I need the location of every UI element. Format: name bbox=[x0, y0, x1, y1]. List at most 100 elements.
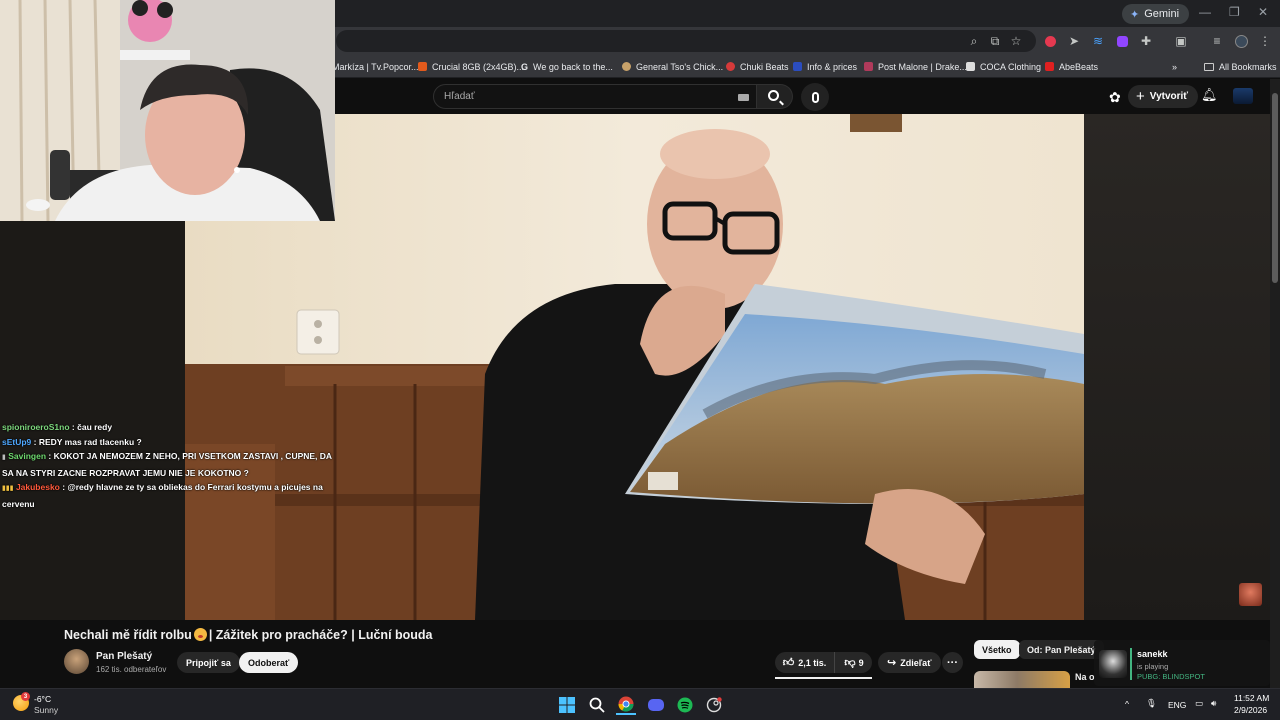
chat-text: čau redy bbox=[77, 422, 113, 432]
next-video-thumbnail[interactable] bbox=[974, 671, 1070, 688]
channel-avatar[interactable] bbox=[64, 649, 89, 674]
plus-icon: + bbox=[1136, 88, 1145, 105]
bookmark-item[interactable]: Info & prices bbox=[793, 59, 857, 74]
keyboard-icon[interactable] bbox=[738, 94, 749, 101]
address-bar[interactable] bbox=[336, 30, 1036, 52]
create-button[interactable]: + Vytvoriť bbox=[1128, 85, 1199, 108]
chat-badge-icon: ▮ bbox=[2, 454, 6, 461]
settings-gear-icon[interactable]: ✿ bbox=[1109, 89, 1121, 106]
volume-tray-icon[interactable]: 🔊︎ bbox=[1211, 698, 1216, 709]
next-video-title[interactable]: Na o bbox=[1075, 672, 1095, 682]
chip-all[interactable]: Všetko bbox=[974, 640, 1020, 659]
thumbs-up-icon: 👍︎ bbox=[782, 657, 795, 669]
taskbar-search-icon[interactable] bbox=[587, 695, 607, 715]
bookmark-favicon-icon bbox=[622, 62, 631, 71]
zoom-icon[interactable]: ⌕ bbox=[966, 33, 982, 49]
tab-search-icon[interactable]: ≡ bbox=[1209, 33, 1225, 49]
spotify-taskbar-icon[interactable] bbox=[675, 695, 695, 715]
profile-avatar-icon[interactable] bbox=[1233, 33, 1249, 49]
discord-taskbar-icon[interactable] bbox=[646, 695, 666, 715]
sidepanel-icon[interactable]: ▣ bbox=[1173, 33, 1189, 49]
bookmark-star-icon[interactable]: ☆ bbox=[1008, 33, 1024, 49]
search-input[interactable]: Hľadať bbox=[433, 84, 757, 109]
join-button[interactable]: Pripojiť sa bbox=[177, 652, 240, 673]
discord-activity-overlay: sanekk is playing PUBG: BLINDSPOT bbox=[1094, 640, 1270, 686]
chat-username: Jakubesko bbox=[15, 482, 60, 492]
gemini-button[interactable]: ✦ Gemini bbox=[1122, 4, 1190, 24]
create-label: Vytvoriť bbox=[1149, 91, 1189, 102]
tray-overflow-chevron-icon[interactable]: ^ bbox=[1125, 699, 1129, 709]
steam-taskbar-icon[interactable] bbox=[704, 695, 724, 715]
language-indicator[interactable]: ENG bbox=[1168, 700, 1186, 710]
activity-status-bar bbox=[1130, 648, 1132, 680]
bookmarks-overflow-icon[interactable]: » bbox=[1172, 59, 1177, 74]
weather-description[interactable]: Sunny bbox=[34, 705, 58, 715]
chat-text: KOKOT JA NEMOZEM Z NEHO, PRI VSETKOM ZAS… bbox=[2, 451, 332, 478]
bookmark-item[interactable]: COCA Clothing bbox=[966, 59, 1041, 74]
bookmark-item[interactable]: Chuki Beats bbox=[726, 59, 789, 74]
like-count: 2,1 tis. bbox=[798, 657, 827, 668]
subscribe-button[interactable]: Odoberať bbox=[239, 652, 299, 673]
notifications-bell-icon[interactable]: 🔔︎ bbox=[1201, 87, 1218, 103]
bookmark-item[interactable]: Post Malone | Drake... bbox=[864, 59, 967, 74]
gemini-label: Gemini bbox=[1144, 8, 1180, 20]
activity-avatar bbox=[1099, 650, 1127, 678]
share-button[interactable]: ↪ Zdieľať bbox=[878, 652, 941, 673]
channel-name[interactable]: Pan Plešatý bbox=[96, 651, 152, 662]
network-tray-icon[interactable]: ▭ bbox=[1195, 698, 1203, 709]
bookmark-label: Crucial 8GB (2x4GB)... bbox=[432, 61, 525, 72]
dislike-count: 9 bbox=[858, 657, 864, 668]
search-button[interactable] bbox=[757, 84, 793, 109]
chip-from-channel[interactable]: Od: Pan Plešatý bbox=[1019, 640, 1104, 659]
thumbs-down-icon: 👎︎ bbox=[844, 657, 856, 669]
activity-game: PUBG: BLINDSPOT bbox=[1137, 672, 1205, 681]
scrollbar-thumb[interactable] bbox=[1272, 93, 1278, 283]
all-bookmarks-folder[interactable]: All Bookmarks bbox=[1204, 59, 1277, 74]
restore-icon[interactable]: ❐ bbox=[1229, 5, 1240, 19]
all-bookmarks-label: All Bookmarks bbox=[1219, 61, 1277, 72]
account-avatar[interactable] bbox=[1233, 88, 1253, 104]
bookmark-item[interactable]: G We go back to the... bbox=[521, 59, 613, 74]
close-icon[interactable]: ✕ bbox=[1258, 5, 1268, 19]
video-info: Nechali mě řídit rolbu | Zážitek pro prac… bbox=[0, 620, 1270, 688]
install-app-icon[interactable]: ⧉ bbox=[987, 33, 1003, 49]
bookmark-item[interactable]: AbeBeats bbox=[1045, 59, 1098, 74]
video-title: Nechali mě řídit rolbu | Zážitek pro prac… bbox=[64, 628, 433, 642]
weather-alert-badge: 3 bbox=[21, 692, 30, 701]
bookmark-label: AbeBeats bbox=[1059, 61, 1099, 72]
clock-date[interactable]: 2/9/2026 bbox=[1234, 705, 1267, 715]
dislike-button[interactable]: 👎︎ 9 bbox=[836, 652, 872, 673]
chat-username: spioniroeroS1no bbox=[2, 422, 70, 432]
clock-time[interactable]: 11:52 AM bbox=[1234, 693, 1269, 703]
more-actions-icon[interactable]: ··· bbox=[942, 652, 963, 673]
like-progress-underline bbox=[775, 677, 872, 679]
extension-grey-icon[interactable]: ➤ bbox=[1066, 33, 1082, 49]
bookmark-item[interactable]: Markíza | Tv.Popcor... bbox=[332, 59, 419, 74]
windows-taskbar: 3 -6°C Sunny ^ 🎙︎ ENG ▭ 🔊︎ 11:52 AM 2/9/… bbox=[0, 688, 1280, 720]
video-right-backdrop bbox=[1084, 114, 1270, 620]
chat-message: sEtUp9 : REDY mas rad tlacenku ? bbox=[2, 436, 142, 447]
microphone-tray-icon[interactable]: 🎙︎ bbox=[1146, 698, 1157, 709]
chat-username: sEtUp9 bbox=[2, 436, 32, 447]
share-label: Zdieľať bbox=[900, 657, 932, 668]
video-title-text-1: Nechali mě řídit rolbu bbox=[64, 628, 192, 642]
bookmark-item[interactable]: Crucial 8GB (2x4GB)... bbox=[418, 59, 524, 74]
extension-wave-icon[interactable]: ≋ bbox=[1090, 33, 1106, 49]
bookmark-favicon-icon bbox=[1045, 62, 1054, 71]
chrome-taskbar-icon[interactable] bbox=[616, 695, 636, 715]
voice-search-button[interactable] bbox=[801, 83, 829, 111]
chrome-menu-icon[interactable]: ⋮ bbox=[1257, 33, 1273, 49]
bookmark-item[interactable]: General Tso's Chick... bbox=[622, 59, 723, 74]
start-windows-icon[interactable] bbox=[557, 695, 577, 715]
page-scrollbar[interactable] bbox=[1270, 79, 1280, 689]
extensions-puzzle-icon[interactable]: ✚ bbox=[1138, 33, 1154, 49]
weather-temperature[interactable]: -6°C bbox=[34, 694, 51, 704]
extension-red-icon[interactable] bbox=[1042, 33, 1058, 49]
channel-watermark-icon[interactable] bbox=[1239, 583, 1262, 606]
share-arrow-icon: ↪ bbox=[887, 657, 897, 669]
bookmark-favicon-icon bbox=[793, 62, 802, 71]
chat-text: REDY mas rad tlacenku ? bbox=[38, 436, 142, 447]
extension-purple-icon[interactable] bbox=[1114, 33, 1130, 49]
like-button[interactable]: 👍︎ 2,1 tis. bbox=[775, 652, 835, 673]
minimize-icon[interactable]: — bbox=[1199, 5, 1211, 19]
